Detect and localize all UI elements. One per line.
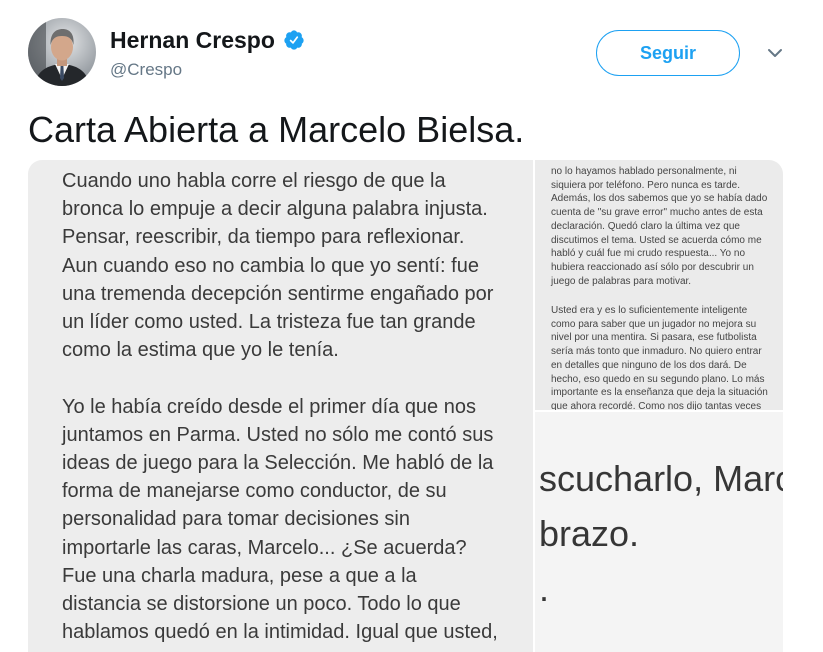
letter-text-large: scucharlo, Marc brazo. . (535, 412, 783, 616)
letter-line: bronca lo empuje a decir alguna palabra … (62, 198, 488, 221)
letter-line: como la estima que yo le tenía. (62, 339, 339, 362)
letter-line: distancia se distorsione un poco. Todo l… (62, 593, 461, 616)
letter-paragraph: no lo hayamos hablado personalmente, ni … (551, 165, 783, 288)
letter-line: hubiera reaccionado así sólo por descubr… (551, 261, 754, 273)
avatar-photo-icon (28, 18, 96, 86)
letter-line: Cuando uno habla corre el riesgo de que … (62, 170, 446, 192)
tweet-text: Carta Abierta a Marcelo Bielsa. (28, 109, 525, 150)
letter-paragraph: Cuando uno habla corre el riesgo de que … (62, 167, 533, 364)
letter-line: no lo hayamos hablado personalmente, ni (551, 166, 737, 177)
letter-line: Yo le había creído desde el primer día q… (62, 395, 476, 418)
letter-line: ideas de juego para la Selección. Me hab… (62, 452, 494, 475)
letter-line: siquiera por teléfono. Pero nunca es tar… (551, 179, 741, 191)
chevron-down-icon[interactable] (767, 48, 783, 58)
letter-line: . (539, 567, 550, 609)
letter-line: como para saber que un jugador no mejora… (551, 318, 757, 330)
letter-line: habló y cuál fue mi crudo respuesta... Y… (551, 248, 746, 260)
letter-line: hecho, eso quedo en su segundo plano. Lo… (551, 373, 765, 385)
letter-line: importarle las caras, Marcelo... ¿Se acu… (62, 536, 467, 559)
tweet: Hernan Crespo @Crespo Seguir Carta Abier… (0, 0, 823, 652)
author-name[interactable]: Hernan Crespo (110, 27, 275, 53)
letter-paragraph: Usted era y es lo suficientemente inteli… (551, 304, 783, 410)
letter-text: Cuando uno habla corre el riesgo de que … (28, 160, 533, 646)
media-image-2[interactable]: no lo hayamos hablado personalmente, ni … (535, 160, 783, 410)
letter-text-small: no lo hayamos hablado personalmente, ni … (535, 160, 783, 410)
letter-line: forma de manejarse como conductor, de su (62, 480, 447, 503)
letter-line: una tremenda decepción sentirme engañado… (62, 282, 494, 305)
letter-line: un líder como usted. La tristeza fue tan… (62, 311, 476, 334)
media-image-1[interactable]: Cuando uno habla corre el riesgo de que … (28, 160, 533, 652)
letter-line: brazo. (539, 512, 640, 554)
letter-line: hablamos quedó en la intimidad. Igual qu… (62, 621, 498, 644)
letter-line: Aun cuando eso no cambia lo que yo sentí… (62, 254, 479, 277)
media-image-3[interactable]: scucharlo, Marc brazo. . (535, 412, 783, 652)
letter-line: juntamos en Parma. Usted no sólo me cont… (62, 423, 494, 446)
author-name-row[interactable]: Hernan Crespo (110, 27, 305, 53)
letter-line: Pensar, reescribir, da tiempo para refle… (62, 226, 465, 249)
letter-line: sería más tonto que inmaduro. No quiero … (551, 346, 762, 358)
letter-line: cuenta de "su grave error" mucho antes d… (551, 207, 763, 219)
author-handle[interactable]: @Crespo (110, 60, 182, 80)
letter-line: discutimos el tema. Usted se acuerda cóm… (551, 234, 762, 246)
follow-button[interactable]: Seguir (596, 30, 740, 76)
letter-line: juego de palabras para motivar. (551, 275, 692, 287)
letter-line: declaración. Quedó claro la última vez q… (551, 220, 740, 232)
avatar[interactable] (28, 18, 96, 86)
letter-line: Usted era y es lo suficientemente inteli… (551, 305, 748, 317)
letter-line: Fue una charla madura, pese a que a la (62, 564, 417, 587)
letter-line: scucharlo, Marc (539, 457, 783, 499)
letter-line: Además, los dos sabemos que yo se había … (551, 193, 768, 205)
letter-line: personalidad para tomar decisiones sin (62, 508, 410, 531)
letter-line: en detalles que ninguno de los dos dará.… (551, 359, 747, 371)
letter-line: que ahora recordé. Como nos dijo tantas … (551, 400, 762, 410)
letter-line: nivel por una mentira. Si pasara, ese fu… (551, 332, 757, 344)
letter-paragraph: Yo le había creído desde el primer día q… (62, 393, 533, 647)
verified-badge-icon (283, 29, 305, 51)
letter-line: importante es la enseñanza que deja la s… (551, 387, 768, 399)
